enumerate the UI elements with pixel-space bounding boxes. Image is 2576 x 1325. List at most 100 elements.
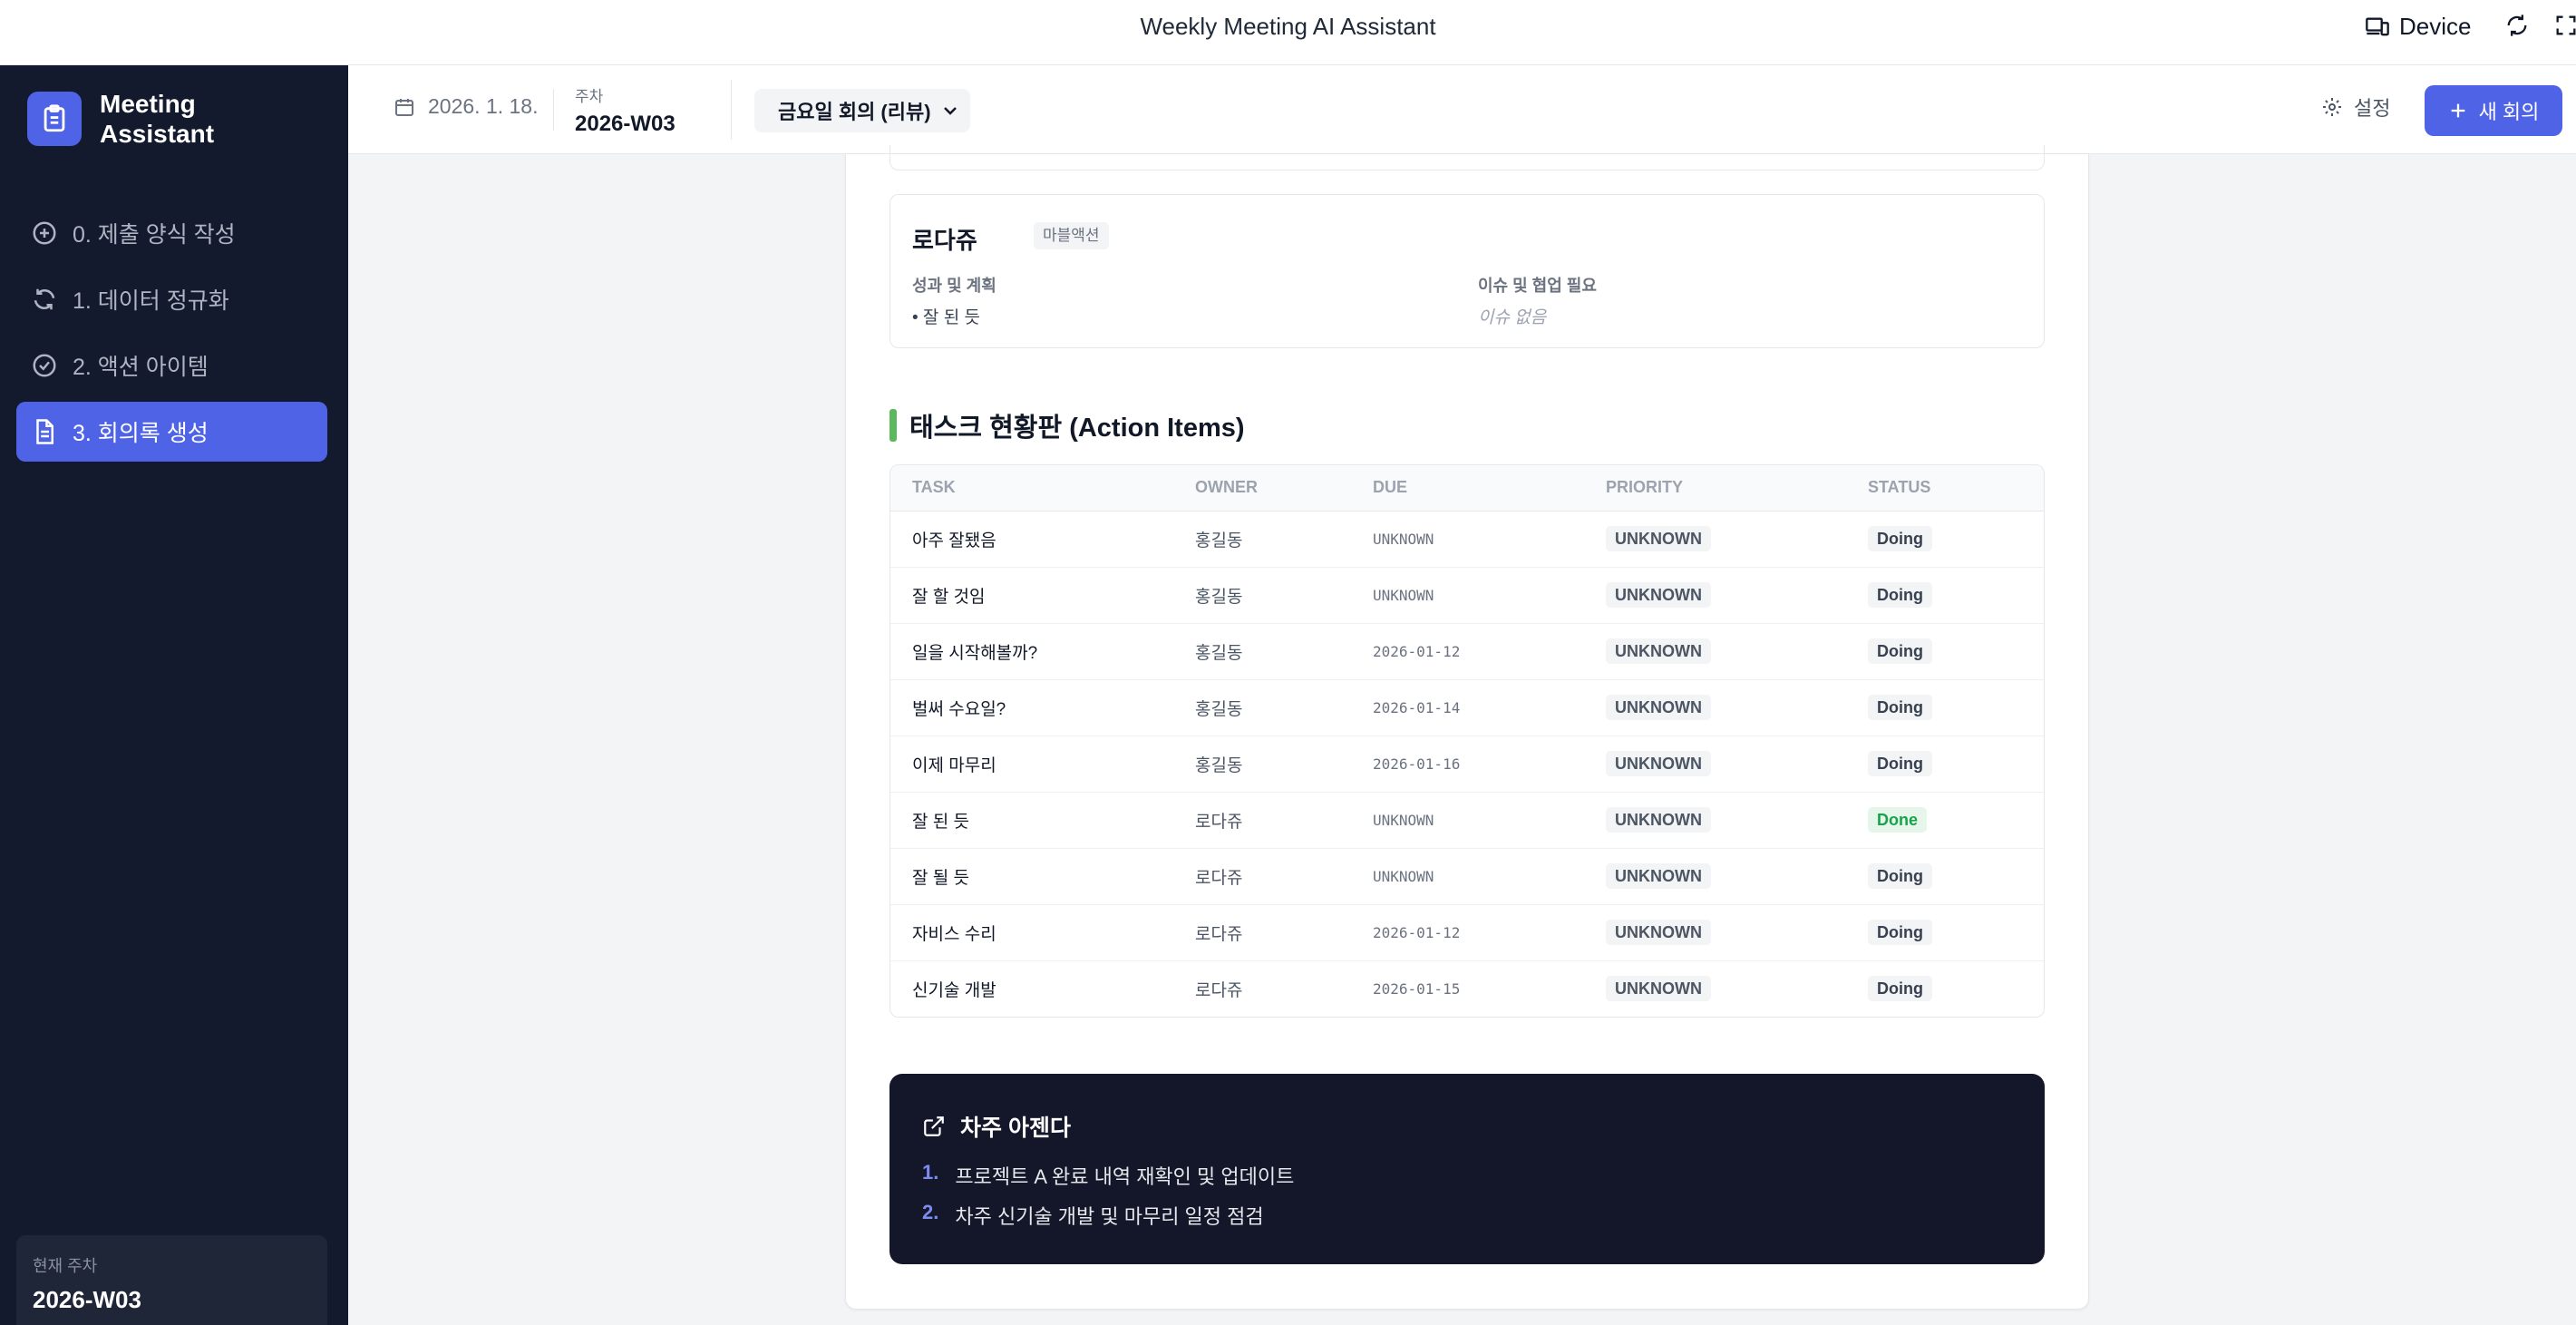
priority-cell: UNKNOWN xyxy=(1584,679,1846,736)
brand[interactable]: Meeting Assistant xyxy=(27,89,214,149)
status-badge: Doing xyxy=(1868,863,1932,889)
sidebar-item-normalize[interactable]: 1. 데이터 정규화 xyxy=(16,269,327,329)
priority-cell: UNKNOWN xyxy=(1584,623,1846,680)
table-row[interactable]: 잘 된 듯 로다쥬 UNKNOWN UNKNOWN Done xyxy=(890,792,2044,849)
priority-badge: UNKNOWN xyxy=(1606,582,1711,608)
priority-badge: UNKNOWN xyxy=(1606,695,1711,720)
sidebar-item-minutes[interactable]: 3. 회의록 생성 xyxy=(16,402,327,462)
status-cell: Doing xyxy=(1846,848,2044,905)
current-week-value: 2026-W03 xyxy=(33,1286,141,1313)
task-cell: 아주 잘됐음 xyxy=(890,511,1173,568)
calendar-icon xyxy=(395,98,413,116)
column-header-due: DUE xyxy=(1351,465,1584,511)
due-cell: 2026-01-16 xyxy=(1351,736,1584,793)
sidebar-nav: 0. 제출 양식 작성 1. 데이터 정규화 2. 액션 아이템 3. 회의록 … xyxy=(16,203,327,468)
meeting-type-value: 금요일 회의 (리뷰) xyxy=(778,101,931,123)
owner-cell: 로다쥬 xyxy=(1173,848,1351,905)
agenda-item-number: 2. xyxy=(922,1201,939,1223)
window-titlebar: Weekly Meeting AI Assistant Device xyxy=(0,0,2576,65)
sidebar-item-submission-form[interactable]: 0. 제출 양식 작성 xyxy=(16,203,327,263)
sidebar-item-label: 1. 데이터 정규화 xyxy=(73,288,229,314)
priority-badge: UNKNOWN xyxy=(1606,807,1711,833)
member-name: 로다쥬 xyxy=(912,227,977,254)
column-header-owner: OWNER xyxy=(1173,465,1351,511)
due-cell: UNKNOWN xyxy=(1351,792,1584,849)
table-header-row: TASK OWNER DUE PRIORITY STATUS xyxy=(890,465,2044,511)
issues-value: 이슈 없음 xyxy=(1478,308,1547,327)
column-header-status: STATUS xyxy=(1846,465,2044,511)
refresh-icon xyxy=(34,288,55,310)
task-cell: 잘 될 듯 xyxy=(890,848,1173,905)
agenda-header: 차주 아젠다 xyxy=(922,1110,1071,1143)
issues-label: 이슈 및 협업 필요 xyxy=(1478,277,1597,295)
owner-cell: 홍길동 xyxy=(1173,623,1351,680)
device-label: Device xyxy=(2399,13,2472,40)
priority-cell: UNKNOWN xyxy=(1584,567,1846,624)
task-cell: 신기술 개발 xyxy=(912,980,996,1000)
agenda-item: 2. 차주 신기술 개발 및 마무리 일정 점검 xyxy=(922,1201,1264,1230)
table-row[interactable]: 일을 시작해볼까? 홍길동 2026-01-12 UNKNOWN Doing xyxy=(890,623,2044,680)
new-meeting-button[interactable]: 새 회의 xyxy=(2425,85,2562,136)
current-week-label: 현재 주차 xyxy=(33,1257,98,1275)
owner-cell: 홍길동 xyxy=(1173,679,1351,736)
agenda-item: 1. 프로젝트 A 완료 내역 재확인 및 업데이트 xyxy=(922,1161,1294,1190)
status-badge: Doing xyxy=(1868,695,1932,720)
table-row[interactable]: 신기술 개발 로다쥬 2026-01-15 UNKNOWN Doing xyxy=(890,960,2044,1017)
column-header-task: TASK xyxy=(890,465,1173,511)
sidebar-item-action-items[interactable]: 2. 액션 아이템 xyxy=(16,336,327,395)
priority-badge: UNKNOWN xyxy=(1606,976,1711,1002)
owner-cell: 홍길동 xyxy=(1173,511,1351,568)
table-row[interactable]: 자비스 수리 로다쥬 2026-01-12 UNKNOWN Doing xyxy=(890,904,2044,961)
section-accent-bar xyxy=(889,409,897,442)
due-cell: 2026-01-15 xyxy=(1373,979,1461,998)
task-cell: 벌써 수요일? xyxy=(890,679,1173,736)
status-badge: Doing xyxy=(1868,526,1932,551)
device-toggle[interactable]: Device xyxy=(2365,13,2471,41)
document-icon xyxy=(36,419,53,444)
task-cell: 잘 된 듯 xyxy=(890,792,1173,849)
status-cell: Doing xyxy=(1846,960,2044,1017)
status-badge: Doing xyxy=(1868,976,1932,1002)
status-badge: Doing xyxy=(1868,920,1932,945)
check-circle-icon xyxy=(33,354,56,377)
settings-button[interactable]: 설정 xyxy=(2321,93,2390,122)
rotate-icon[interactable] xyxy=(2504,13,2530,38)
date-display[interactable]: 2026. 1. 18. xyxy=(394,94,539,119)
table-row[interactable]: 잘 될 듯 로다쥬 UNKNOWN UNKNOWN Doing xyxy=(890,848,2044,905)
status-badge: Doing xyxy=(1868,751,1932,776)
status-cell: Doing xyxy=(1846,567,2044,624)
top-header: 2026. 1. 18. 주차 2026-W03 금요일 회의 (리뷰) 설정 … xyxy=(348,65,2576,154)
status-cell: Doing xyxy=(1846,904,2044,961)
due-cell: UNKNOWN xyxy=(1351,511,1584,568)
settings-label: 설정 xyxy=(2354,97,2391,120)
status-cell: Done xyxy=(1846,792,2044,849)
fullscreen-icon[interactable] xyxy=(2553,13,2576,38)
table-row[interactable]: 벌써 수요일? 홍길동 2026-01-14 UNKNOWN Doing xyxy=(890,679,2044,736)
table-row[interactable]: 아주 잘됐음 홍길동 UNKNOWN UNKNOWN Doing xyxy=(890,511,2044,568)
table-row[interactable]: 이제 마무리 홍길동 2026-01-16 UNKNOWN Doing xyxy=(890,736,2044,793)
meeting-type-select[interactable]: 금요일 회의 (리뷰) xyxy=(754,89,970,132)
owner-cell: 홍길동 xyxy=(1173,567,1351,624)
previous-member-card xyxy=(889,145,2045,170)
priority-badge: UNKNOWN xyxy=(1606,526,1711,551)
window-title: Weekly Meeting AI Assistant xyxy=(1140,13,1436,40)
table-row[interactable]: 잘 할 것임 홍길동 UNKNOWN UNKNOWN Doing xyxy=(890,567,2044,624)
owner-cell: 로다쥬 xyxy=(1173,792,1351,849)
divider xyxy=(731,80,732,140)
agenda-item-text: 프로젝트 A 완료 내역 재확인 및 업데이트 xyxy=(955,1165,1295,1188)
date-text: 2026. 1. 18. xyxy=(428,94,539,118)
agenda-title: 차주 아젠다 xyxy=(960,1116,1071,1141)
tasks-section-title: 태스크 현황판 (Action Items) xyxy=(889,406,1245,444)
due-cell: 2026-01-12 xyxy=(1351,904,1584,961)
status-cell: Doing xyxy=(1846,736,2044,793)
task-cell: 잘 할 것임 xyxy=(890,567,1173,624)
tasks-title: 태스크 현황판 (Action Items) xyxy=(909,414,1245,443)
clipboard-icon xyxy=(27,92,82,146)
team-badge: 마블액션 xyxy=(1034,222,1109,249)
divider xyxy=(553,89,554,131)
results-value: • 잘 된 듯 xyxy=(912,308,980,327)
owner-cell: 로다쥬 xyxy=(1195,980,1243,1000)
owner-cell: 로다쥬 xyxy=(1173,904,1351,961)
due-cell: 2026-01-12 xyxy=(1351,623,1584,680)
priority-cell: UNKNOWN xyxy=(1584,736,1846,793)
